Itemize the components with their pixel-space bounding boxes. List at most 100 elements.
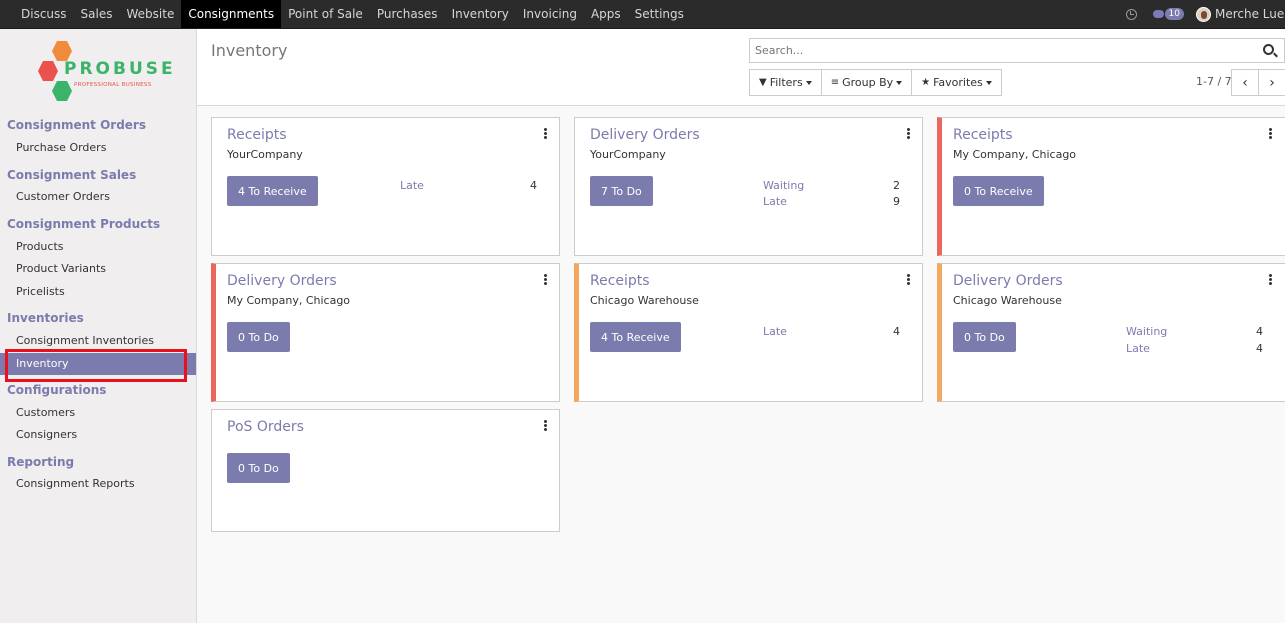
chevron-left-icon: ‹ (1242, 74, 1248, 91)
messages-icon[interactable] (1152, 10, 1164, 18)
card-action-button[interactable]: 4 To Receive (590, 322, 681, 352)
menu-apps[interactable]: Apps (584, 0, 628, 28)
sidebar-item-customers[interactable]: Customers (0, 402, 196, 424)
card-action-button[interactable]: 0 To Receive (953, 176, 1044, 206)
card-menu-icon[interactable] (906, 274, 910, 286)
activity-clock-icon[interactable] (1125, 8, 1137, 20)
company-logo: PROBUSE PROFESSIONAL BUSINESS (36, 41, 173, 107)
stat-waiting-label[interactable]: Waiting (1126, 325, 1167, 338)
sidebar-section-consignment-products[interactable]: Consignment Products (7, 217, 160, 231)
sidebar: PROBUSE PROFESSIONAL BUSINESS Consignmen… (0, 29, 197, 623)
menu-invoicing[interactable]: Invoicing (516, 0, 584, 28)
card-menu-icon[interactable] (543, 128, 547, 140)
sidebar-item-pricelists[interactable]: Pricelists (0, 281, 196, 303)
sidebar-item-customer-orders[interactable]: Customer Orders (0, 186, 196, 208)
group-by-caret-icon (896, 80, 903, 85)
card-subtitle: Chicago Warehouse (590, 294, 699, 307)
card-menu-icon[interactable] (906, 128, 910, 140)
kanban-card-receipts-yourcompany[interactable]: Receipts YourCompany 4 To Receive Late 4 (211, 117, 560, 256)
menu-consignments[interactable]: Consignments (181, 0, 282, 28)
sidebar-item-consignment-reports[interactable]: Consignment Reports (0, 473, 196, 495)
stat-late-label[interactable]: Late (763, 195, 787, 208)
logo-hex-green-icon (52, 81, 72, 101)
card-action-button[interactable]: 4 To Receive (227, 176, 318, 206)
menu-purchases[interactable]: Purchases (370, 0, 445, 28)
main-navbar: Discuss Sales Website Consignments Point… (0, 0, 1285, 29)
card-title[interactable]: Delivery Orders (590, 127, 700, 143)
card-subtitle: YourCompany (227, 148, 303, 161)
sidebar-item-products[interactable]: Products (0, 236, 196, 258)
logo-hex-red-icon (38, 61, 58, 81)
kanban-card-delivery-my-company-chicago[interactable]: Delivery Orders My Company, Chicago 0 To… (211, 263, 560, 402)
kanban-card-delivery-yourcompany[interactable]: Delivery Orders YourCompany 7 To Do Wait… (574, 117, 923, 256)
kanban-card-pos-orders[interactable]: PoS Orders 0 To Do (211, 409, 560, 532)
breadcrumb: Inventory (211, 41, 288, 60)
card-action-button[interactable]: 0 To Do (227, 322, 290, 352)
filter-icon: ▼ (759, 77, 767, 88)
menu-point-of-sale[interactable]: Point of Sale (281, 0, 370, 28)
favorites-button[interactable]: ★ Favorites (911, 69, 1002, 96)
menu-website[interactable]: Website (120, 0, 182, 28)
card-action-button[interactable]: 0 To Do (227, 453, 290, 483)
card-action-button[interactable]: 0 To Do (953, 322, 1016, 352)
menu-inventory[interactable]: Inventory (445, 0, 516, 28)
card-title[interactable]: Delivery Orders (953, 273, 1063, 289)
systray: 10 Merche Lueng (1125, 0, 1285, 28)
sidebar-section-inventories[interactable]: Inventories (7, 311, 84, 325)
group-by-button[interactable]: ≡ Group By (820, 69, 913, 96)
filters-label: Filters (769, 76, 803, 89)
card-action-button[interactable]: 7 To Do (590, 176, 653, 206)
logo-hex-orange-icon (52, 41, 72, 61)
control-panel: Inventory ▼Filters ≡Group By ★Favorites … (197, 29, 1285, 106)
card-title[interactable]: Receipts (227, 127, 287, 143)
stat-late-value: 9 (893, 195, 900, 208)
sidebar-item-consigners[interactable]: Consigners (0, 424, 196, 446)
highlight-annotation-box (5, 349, 187, 382)
user-avatar[interactable] (1196, 6, 1211, 22)
card-subtitle: Chicago Warehouse (953, 294, 1062, 307)
stat-late-label[interactable]: Late (1126, 342, 1150, 355)
message-count-badge[interactable]: 10 (1164, 8, 1184, 20)
app-menu: Discuss Sales Website Consignments Point… (14, 0, 691, 28)
card-menu-icon[interactable] (543, 420, 547, 432)
kanban-card-delivery-chicago-warehouse[interactable]: Delivery Orders Chicago Warehouse 0 To D… (937, 263, 1285, 402)
kanban-card-receipts-my-company-chicago[interactable]: Receipts My Company, Chicago 0 To Receiv… (937, 117, 1285, 256)
sidebar-item-product-variants[interactable]: Product Variants (0, 258, 196, 280)
menu-discuss[interactable]: Discuss (14, 0, 74, 28)
stat-waiting-label[interactable]: Waiting (763, 179, 804, 192)
kanban-card-receipts-chicago-warehouse[interactable]: Receipts Chicago Warehouse 4 To Receive … (574, 263, 923, 402)
stat-waiting-value: 2 (893, 179, 900, 192)
stat-late-value: 4 (893, 325, 900, 338)
card-title[interactable]: Receipts (953, 127, 1013, 143)
filters-caret-icon (805, 80, 812, 85)
sidebar-section-configurations[interactable]: Configurations (7, 383, 106, 397)
sidebar-section-reporting[interactable]: Reporting (7, 455, 74, 469)
menu-settings[interactable]: Settings (628, 0, 691, 28)
card-menu-icon[interactable] (1268, 128, 1272, 140)
stat-late-value: 4 (530, 179, 537, 192)
filters-button[interactable]: ▼ Filters (749, 69, 822, 96)
card-menu-icon[interactable] (543, 274, 547, 286)
logo-tagline: PROFESSIONAL BUSINESS (74, 82, 152, 88)
pager-value[interactable]: 1-7 / 7 (1196, 75, 1232, 88)
sidebar-section-consignment-sales[interactable]: Consignment Sales (7, 168, 136, 182)
stat-late-label[interactable]: Late (763, 325, 787, 338)
card-title[interactable]: Receipts (590, 273, 650, 289)
card-menu-icon[interactable] (1268, 274, 1272, 286)
star-icon: ★ (921, 77, 931, 88)
stat-late-label[interactable]: Late (400, 179, 424, 192)
pager-previous-button[interactable]: ‹ (1231, 69, 1259, 96)
sidebar-item-purchase-orders[interactable]: Purchase Orders (0, 137, 196, 159)
card-subtitle: My Company, Chicago (227, 294, 351, 307)
stat-waiting-value: 4 (1256, 325, 1263, 338)
pager-next-button[interactable]: › (1258, 69, 1285, 96)
search-icon[interactable] (1263, 44, 1274, 55)
sidebar-section-consignment-orders[interactable]: Consignment Orders (7, 118, 146, 132)
card-title[interactable]: Delivery Orders (227, 273, 337, 289)
card-title[interactable]: PoS Orders (227, 419, 304, 435)
search-input[interactable] (750, 39, 1250, 62)
search-options: ▼ Filters ≡ Group By ★ Favorites (749, 69, 1002, 96)
menu-sales[interactable]: Sales (74, 0, 120, 28)
card-subtitle: My Company, Chicago (953, 148, 1077, 161)
user-name[interactable]: Merche Lueng (1215, 7, 1285, 21)
